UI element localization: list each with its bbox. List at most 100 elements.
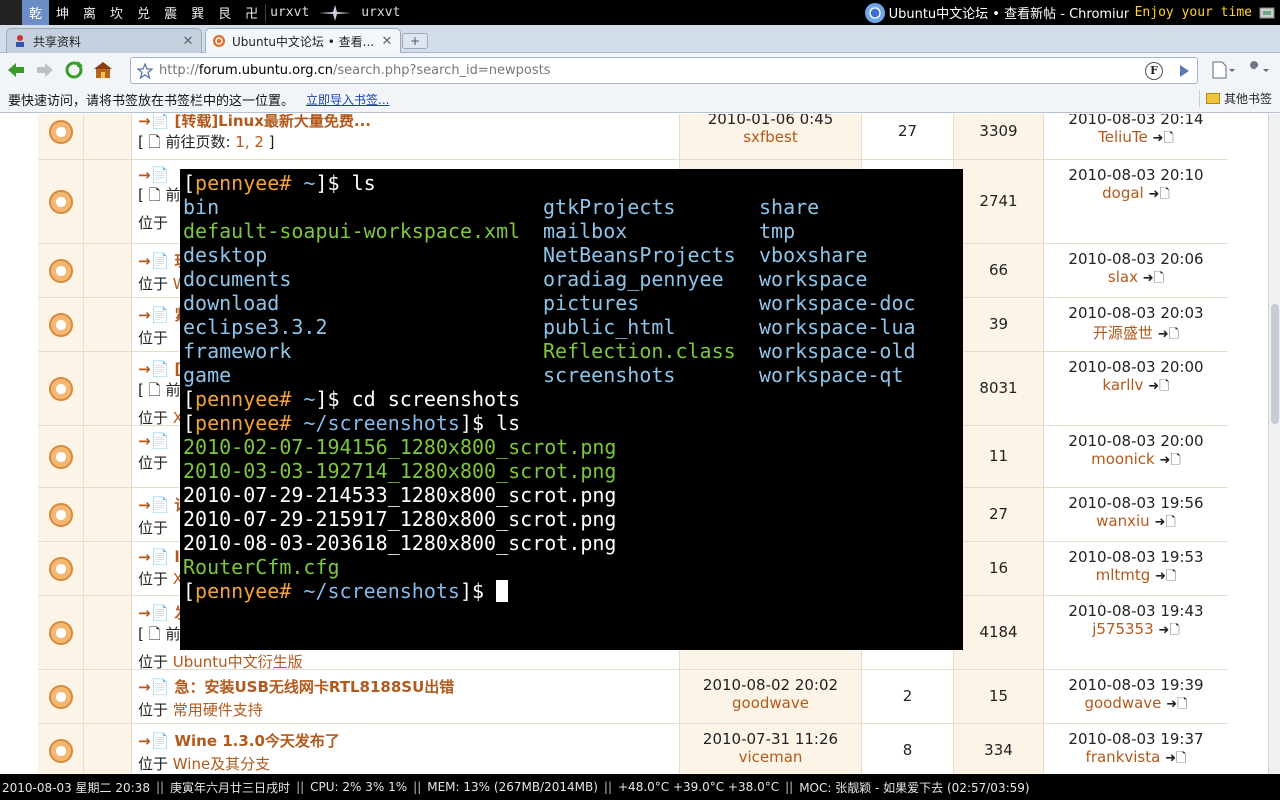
chromium-icon — [864, 2, 885, 23]
views-count: 15 — [988, 686, 1009, 705]
other-bookmarks-label: 其他书签 — [1223, 92, 1272, 106]
tab-shared[interactable]: 共享资料 ✕ — [6, 28, 202, 53]
tab-label: Ubuntu中文论坛 • 查看... — [232, 34, 375, 49]
ls-entry: download — [183, 291, 280, 315]
last-post-user[interactable]: TeliuTe — [1098, 128, 1148, 146]
extension-badge-icon[interactable]: F — [1145, 61, 1163, 80]
author-link[interactable]: sxfbest — [680, 128, 861, 146]
last-post-user[interactable]: wanxiu — [1096, 512, 1150, 530]
views-count: 8031 — [979, 378, 1018, 397]
topic-status-cell — [38, 244, 84, 297]
topic-status-cell — [38, 542, 84, 595]
workspace-3[interactable]: 离 — [76, 0, 103, 25]
workspace-1[interactable]: 乾 — [22, 0, 50, 25]
last-post-user[interactable]: dogal — [1102, 184, 1144, 202]
back-button[interactable] — [3, 57, 29, 83]
wm-window-urxvt-2[interactable]: urxvt — [357, 0, 404, 25]
topic-status-icon — [49, 738, 73, 763]
last-post-cell: 2010-08-03 20:06 slax ➜🗋 — [1044, 244, 1228, 297]
status-separator: || — [155, 780, 165, 794]
ls-row: documents oradiag_pennyee workspace — [183, 267, 960, 291]
goto-last-post-icon[interactable]: ➜🗋 — [1158, 327, 1179, 342]
wrench-menu-button[interactable] — [1240, 57, 1274, 83]
workspace-6[interactable]: 震 — [157, 0, 184, 25]
workspace-8[interactable]: 艮 — [211, 0, 238, 25]
views-cell: 16 — [954, 542, 1044, 595]
ls-entry: screenshots — [543, 363, 676, 387]
last-post-user[interactable]: slax — [1108, 268, 1138, 286]
topic-title[interactable]: →📄 [转载]Linux最新大量免费... — [138, 114, 673, 131]
scrollbar-thumb[interactable] — [1271, 304, 1279, 424]
goto-last-post-icon[interactable]: ➜🗋 — [1149, 187, 1170, 202]
wm-window-urxvt-1[interactable]: urxvt — [266, 0, 313, 25]
page-scrollbar[interactable] — [1268, 114, 1280, 774]
close-icon[interactable]: ✕ — [181, 34, 195, 49]
last-post-user[interactable]: 开源盛世 — [1093, 324, 1153, 342]
post-date: 2010-01-06 0:45 — [707, 114, 834, 128]
forum-link[interactable]: Ubuntu中文衍生版 — [173, 653, 303, 671]
last-post-user[interactable]: mltmtg — [1096, 566, 1151, 584]
tab-ubuntu-forum[interactable]: Ubuntu中文论坛 • 查看... ✕ — [205, 28, 401, 53]
close-icon[interactable]: ✕ — [380, 34, 394, 49]
reload-button[interactable] — [61, 57, 87, 83]
goto-last-post-icon[interactable]: ➜🗋 — [1154, 515, 1175, 530]
author-link[interactable]: goodwave — [680, 694, 861, 712]
last-post-date: 2010-08-03 19:53 — [1068, 548, 1204, 566]
prompt-dollar: ]$ — [315, 387, 352, 411]
topic-status-icon — [49, 189, 73, 214]
url-text[interactable]: http://forum.ubuntu.org.cn/search.php?se… — [159, 63, 1145, 78]
pages-prefix: [ 🗋 前 — [138, 625, 181, 643]
goto-last-post-icon[interactable]: ➜🗋 — [1155, 569, 1176, 584]
last-post-user[interactable]: goodwave — [1084, 694, 1161, 712]
status-separator: || — [296, 780, 305, 794]
ls-row: eclipse3.3.2 public_html workspace-lua — [183, 315, 960, 339]
wm-active-title[interactable]: Ubuntu中文论坛 • 查看新帖 - Chromium — [889, 3, 1129, 22]
author-link[interactable]: viceman — [680, 748, 861, 766]
other-bookmarks-button[interactable]: 其他书签 — [1198, 90, 1272, 107]
goto-last-post-icon[interactable]: ➜🗋 — [1166, 697, 1187, 712]
workspace-7[interactable]: 巽 — [184, 0, 211, 25]
last-post-date: 2010-08-03 19:43 — [1068, 602, 1204, 620]
author-cell: 2010-07-31 11:26 viceman — [680, 724, 862, 774]
last-post-user[interactable]: j575353 — [1092, 620, 1153, 638]
ls-row: bin gtkProjects share — [183, 195, 960, 219]
import-bookmarks-link[interactable]: 立即导入书签... — [306, 91, 389, 108]
page-links[interactable]: 1, 2 — [235, 133, 264, 151]
workspace-5[interactable]: 兑 — [130, 0, 157, 25]
replies-count: 27 — [897, 121, 918, 140]
topic-title[interactable]: →📄 Wine 1.3.0今天发布了 — [138, 730, 673, 751]
home-button[interactable] — [90, 57, 116, 83]
goto-last-post-icon[interactable]: ➜🗋 — [1143, 271, 1164, 286]
status-bar: 2010-08-03 星期二 20:38 || 庚寅年六月廿三日戌时 || CP… — [0, 774, 1280, 800]
ls-row: framework Reflection.class workspace-old — [183, 339, 960, 363]
views-count: 2741 — [979, 191, 1018, 210]
star-icon[interactable] — [131, 62, 159, 79]
goto-last-post-icon[interactable]: ➜🗋 — [1160, 453, 1181, 468]
topic-status-icon — [49, 312, 73, 337]
urxvt-terminal[interactable]: [pennyee# ~]$ ls bin gtkProjects share defau… — [180, 169, 963, 650]
go-icon[interactable] — [1171, 64, 1197, 78]
new-tab-button[interactable]: + — [402, 33, 428, 49]
ls-entry: framework — [183, 339, 292, 363]
page-menu-button[interactable] — [1206, 57, 1240, 83]
workspace-4[interactable]: 坎 — [103, 0, 130, 25]
forward-button[interactable] — [32, 57, 58, 83]
prompt-dollar: ]$ — [315, 171, 352, 195]
forum-link[interactable]: 常用硬件支持 — [173, 701, 263, 719]
workspace-2[interactable]: 坤 — [49, 0, 76, 25]
workspace-9[interactable]: 卍 — [238, 0, 265, 25]
network-tray-icon[interactable] — [1256, 3, 1280, 23]
last-post-user[interactable]: karllv — [1102, 376, 1143, 394]
prompt-user: pennyee# — [195, 171, 292, 195]
last-post-user[interactable]: frankvista — [1086, 748, 1161, 766]
topic-title[interactable]: →📄 急：安装USB无线网卡RTL8188SU出错 — [138, 676, 673, 697]
forum-link[interactable]: Wine及其分支 — [173, 755, 270, 773]
goto-last-post-icon[interactable]: ➜🗋 — [1165, 751, 1186, 766]
goto-last-post-icon[interactable]: ➜🗋 — [1152, 131, 1173, 146]
status-cpu: CPU: 2% 3% 1% — [310, 780, 408, 794]
status-moc: MOC: 张靓颖 - 如果爱下去 (02:57/03:59) — [799, 780, 1030, 795]
last-post-user[interactable]: moonick — [1091, 450, 1155, 468]
address-bar[interactable]: http://forum.ubuntu.org.cn/search.php?se… — [130, 57, 1198, 84]
goto-last-post-icon[interactable]: ➜🗋 — [1148, 379, 1169, 394]
goto-last-post-icon[interactable]: ➜🗋 — [1158, 623, 1179, 638]
